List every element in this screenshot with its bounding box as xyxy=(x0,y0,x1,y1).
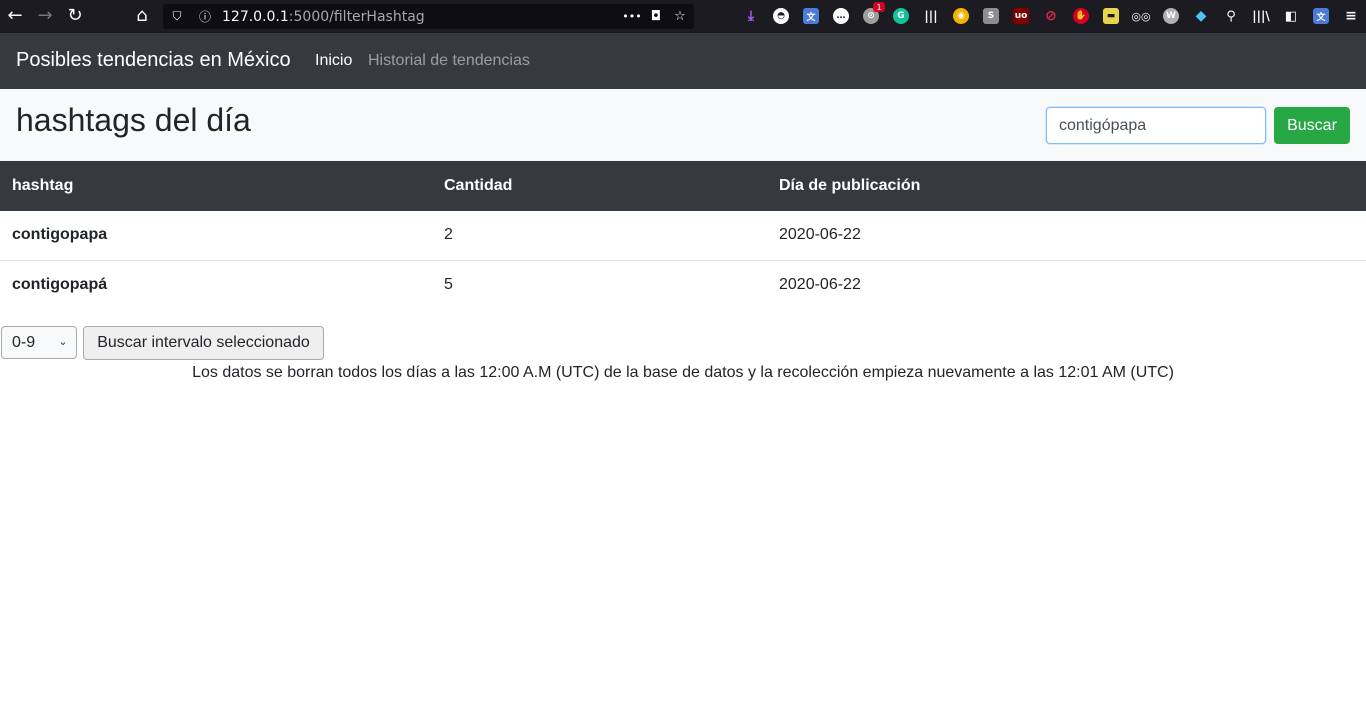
nav-link-historial[interactable]: Historial de tendencias xyxy=(368,52,530,70)
page-actions-icon[interactable]: ••• xyxy=(622,7,641,25)
glasses-icon[interactable]: ◎◎ xyxy=(1131,8,1150,24)
address-bar[interactable]: ⛉ ⓘ 127.0.0.1:5000/filterHashtag ••• ◘ ☆ xyxy=(163,4,694,29)
url-path: :5000/filterHashtag xyxy=(288,9,425,25)
cell-cantidad: 5 xyxy=(444,275,453,293)
search-button[interactable]: Buscar xyxy=(1274,107,1350,144)
w-extension-icon[interactable]: W xyxy=(1163,8,1179,24)
cell-cantidad: 2 xyxy=(444,226,453,244)
ublock-icon[interactable]: uo xyxy=(1013,8,1029,24)
reload-icon[interactable]: ↻ xyxy=(63,5,87,27)
chat-icon[interactable]: … xyxy=(833,8,849,24)
table-header-row: hashtag Cantidad Día de publicación xyxy=(0,161,1366,211)
grammarly-icon[interactable]: G xyxy=(893,8,909,24)
interval-select[interactable]: 0-9 ⌄ xyxy=(1,326,77,359)
url-text[interactable]: 127.0.0.1:5000/filterHashtag xyxy=(222,9,425,25)
chevron-down-icon: ⌄ xyxy=(58,334,68,348)
column-header-dia: Día de publicación xyxy=(779,177,921,194)
data-retention-note: Los datos se borran todos los días a las… xyxy=(192,364,1174,381)
hashtag-table: hashtag Cantidad Día de publicación cont… xyxy=(0,161,1366,309)
page-header: hashtags del día Buscar xyxy=(0,89,1366,161)
extension-badge: 1 xyxy=(873,2,885,12)
home-icon[interactable]: ⌂ xyxy=(130,5,154,27)
chrome-icon[interactable]: ◉ xyxy=(953,8,969,24)
library-icon[interactable]: |||\ xyxy=(1252,8,1270,24)
browser-toolbar: ← → ↻ ⌂ ⛉ ⓘ 127.0.0.1:5000/filterHashtag… xyxy=(0,0,1366,33)
cell-dia: 2020-06-22 xyxy=(779,226,861,244)
bookmark-star-icon[interactable]: ☆ xyxy=(671,7,689,25)
column-header-cantidad: Cantidad xyxy=(444,177,513,194)
search-interval-button[interactable]: Buscar intervalo seleccionado xyxy=(83,326,324,360)
download-icon[interactable]: ⤓ xyxy=(743,8,759,24)
cell-dia: 2020-06-22 xyxy=(779,275,861,293)
page-title: hashtags del día xyxy=(16,102,251,138)
search-input[interactable] xyxy=(1046,107,1266,144)
column-header-hashtag: hashtag xyxy=(12,177,74,194)
table-row: contigopapa 2 2020-06-22 xyxy=(0,211,1366,260)
menu-icon[interactable]: ≡ xyxy=(1343,8,1359,24)
site-info-icon[interactable]: ⓘ xyxy=(197,8,213,24)
bars-icon[interactable]: ||| xyxy=(923,8,939,24)
url-host: 127.0.0.1 xyxy=(222,9,289,25)
navbar-brand[interactable]: Posibles tendencias en México xyxy=(16,49,291,72)
cell-hashtag: contigopapa xyxy=(12,226,108,244)
extension-icon-1[interactable]: ◓ xyxy=(773,8,789,24)
sidebar-icon[interactable]: ◧ xyxy=(1283,8,1299,24)
account-icon[interactable]: ⚲ xyxy=(1223,8,1239,24)
back-icon[interactable]: ← xyxy=(3,5,27,27)
diamond-icon[interactable]: ◆ xyxy=(1193,8,1209,24)
hand-stop-icon[interactable]: ✋ xyxy=(1073,8,1089,24)
site-navbar: Posibles tendencias en México Inicio His… xyxy=(0,33,1366,89)
notes-icon[interactable]: ▬ xyxy=(1103,8,1119,24)
table-row: contigopapá 5 2020-06-22 xyxy=(0,260,1366,309)
forward-icon[interactable]: → xyxy=(33,5,57,27)
s-extension-icon[interactable]: S xyxy=(983,8,999,24)
tracking-shield-icon[interactable]: ⛉ xyxy=(169,8,185,24)
block-icon[interactable]: ⊘ xyxy=(1043,8,1059,24)
nav-link-inicio[interactable]: Inicio xyxy=(315,52,352,70)
cell-hashtag: contigopapá xyxy=(12,275,108,293)
translate-icon-2[interactable]: 文 xyxy=(1313,8,1329,24)
translate-icon[interactable]: 文 xyxy=(803,8,819,24)
interval-selected-value: 0-9 xyxy=(12,333,36,351)
pocket-icon[interactable]: ◘ xyxy=(647,7,665,25)
